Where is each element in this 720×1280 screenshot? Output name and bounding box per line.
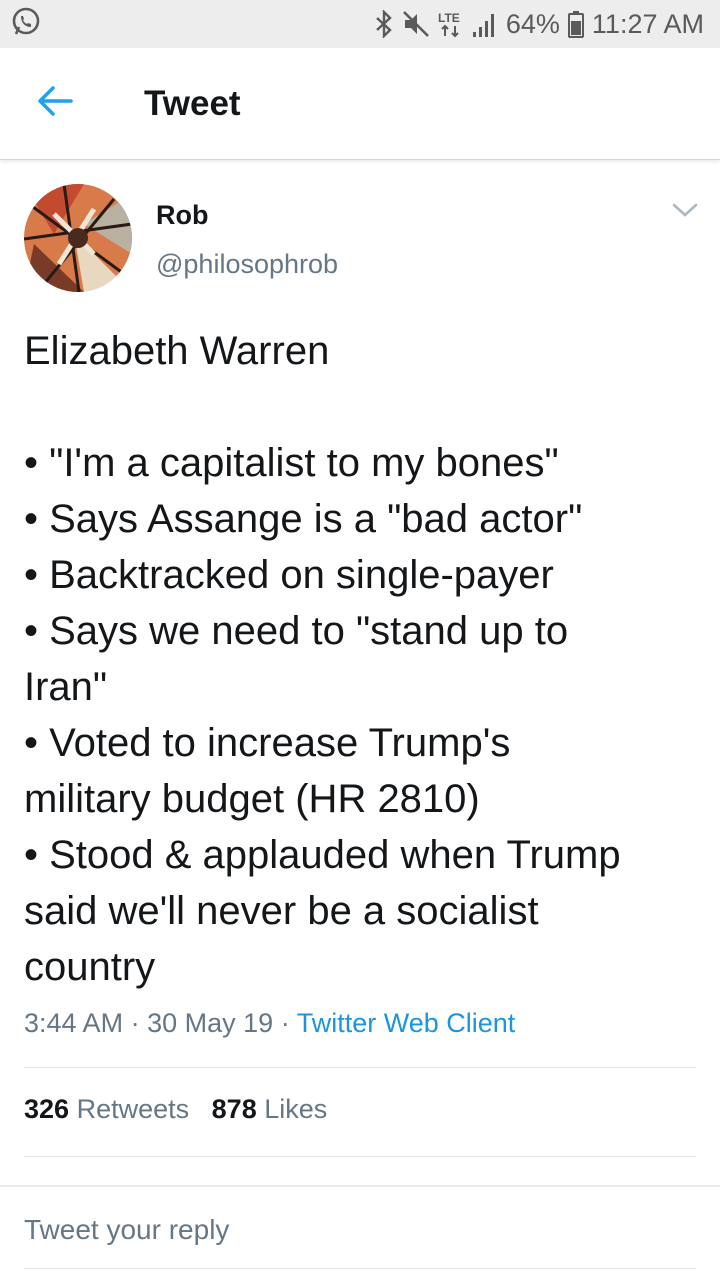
tweet-meta: 3:44 AM · 30 May 19 · Twitter Web Client [24,1008,515,1039]
lte-icon: LTE [438,10,464,38]
likes-link[interactable]: 878 Likes [212,1094,328,1124]
chevron-down-icon [672,203,698,222]
meta-separator: · [130,1008,140,1038]
tweet-text-line: • Says we need to "stand up to [24,609,569,653]
tweet-text-line: military budget (HR 2810) [24,777,480,821]
tweet-text-line: • Backtracked on single-payer [24,553,554,597]
tweet-text-line: • "I'm a capitalist to my bones" [24,441,559,485]
tweet-text-line: Elizabeth Warren [24,329,330,373]
tweet-text: Elizabeth Warren • "I'm a capitalist to … [24,323,696,995]
divider [24,1156,696,1157]
divider [24,1268,696,1269]
tweet-options-button[interactable] [672,202,698,223]
likes-label: Likes [264,1094,328,1124]
tweet-text-line: • Stood & applauded when Trump [24,833,621,877]
section-separator [0,1185,720,1187]
tweet-text-line: said we'll never be a socialist [24,889,539,933]
signal-icon [472,10,498,38]
tweet-text-line: Iran" [24,665,108,709]
clock: 11:27 AM [591,8,704,39]
svg-text:LTE: LTE [438,11,460,25]
reply-input[interactable]: Tweet your reply [24,1214,229,1246]
meta-separator: · [280,1008,290,1038]
divider [24,1067,696,1068]
tweet-date: 30 May 19 [147,1008,274,1038]
bluetooth-icon [374,10,394,38]
battery-icon [567,10,584,38]
retweets-count: 326 [24,1094,70,1124]
retweets-label: Retweets [76,1094,190,1124]
tweet-client-link[interactable]: Twitter Web Client [297,1008,516,1038]
mute-icon [402,10,430,38]
retweets-link[interactable]: 326 Retweets [24,1094,189,1124]
back-arrow-icon [37,85,73,122]
author-name[interactable]: Rob [156,200,208,231]
tweet-stats: 326 Retweets 878 Likes [24,1094,327,1125]
tweet-text-line: • Voted to increase Trump's [24,721,511,765]
tweet-text-line: country [24,945,156,989]
avatar[interactable] [24,184,132,292]
tweet-text-line [24,379,696,435]
tweet-time: 3:44 AM [24,1008,124,1038]
likes-count: 878 [211,1094,257,1124]
tweet-text-line: • Says Assange is a "bad actor" [24,497,583,541]
page-title: Tweet [144,83,241,123]
battery-percent: 64% [505,8,560,39]
status-bar: LTE 64% 11:27 AM [0,0,720,48]
author-handle[interactable]: @philosophrob [156,249,338,280]
app-bar: Tweet [0,48,720,160]
back-button[interactable] [0,48,110,160]
whatsapp-icon [10,6,42,43]
